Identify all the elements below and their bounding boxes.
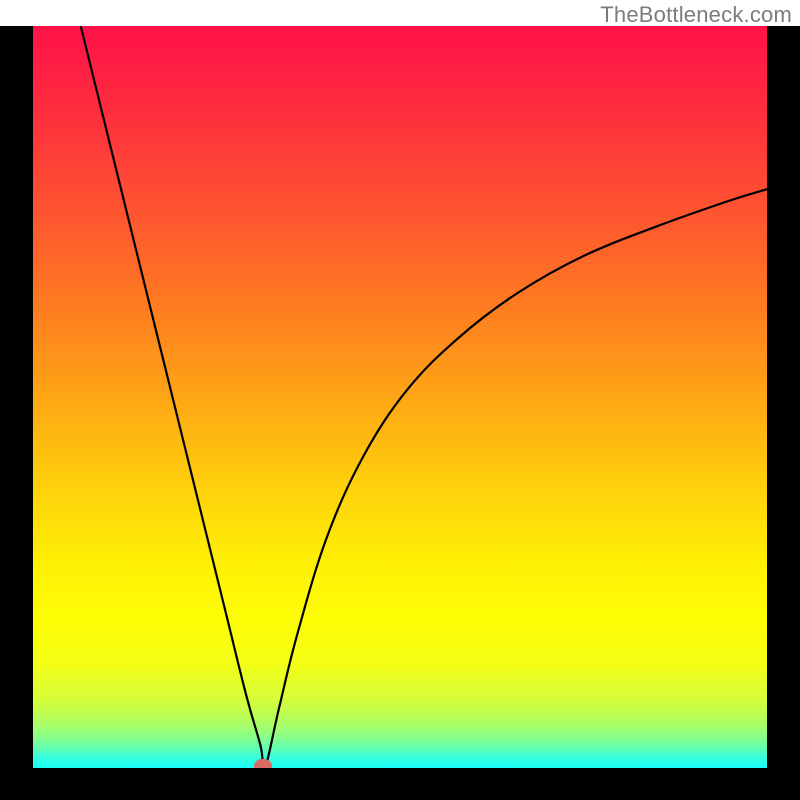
gradient-background xyxy=(33,26,767,768)
watermark-text: TheBottleneck.com xyxy=(600,2,792,28)
minimum-marker xyxy=(254,759,272,768)
chart-svg xyxy=(33,26,767,768)
plot-area xyxy=(33,26,767,768)
chart-stage: TheBottleneck.com xyxy=(0,0,800,800)
